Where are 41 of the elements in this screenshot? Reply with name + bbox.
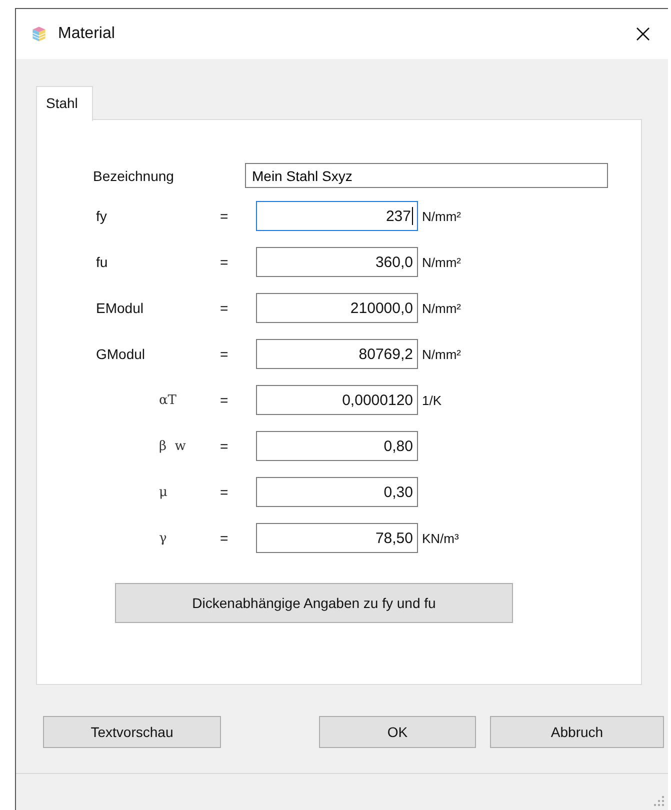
- input-field[interactable]: 0,80: [256, 431, 418, 461]
- field-label: β w: [158, 438, 187, 454]
- input-field[interactable]: Mein Stahl Sxyz: [245, 163, 608, 188]
- input-field[interactable]: 0,30: [256, 477, 418, 507]
- ok-button[interactable]: OK: [319, 716, 476, 748]
- window-title: Material: [58, 25, 116, 43]
- input-field[interactable]: 360,0: [256, 247, 418, 277]
- equals-sign: =: [219, 300, 230, 316]
- field-label: GModul: [95, 346, 146, 362]
- field-label: μ: [158, 484, 168, 500]
- unit-label: N/mm²: [421, 346, 462, 362]
- input-field[interactable]: 78,50: [256, 523, 418, 553]
- input-field[interactable]: 80769,2: [256, 339, 418, 369]
- thickness-button[interactable]: Dickenabhängige Angaben zu fy und fu: [115, 583, 513, 623]
- preview-button[interactable]: Textvorschau: [43, 716, 221, 748]
- unit-label: 1/K: [421, 392, 443, 408]
- stacked-cubes-icon: [30, 25, 48, 43]
- cancel-button[interactable]: Abbruch: [490, 716, 664, 748]
- field-label: EModul: [95, 300, 144, 316]
- unit-label: KN/m³: [421, 530, 460, 546]
- field-label: fu: [95, 254, 109, 270]
- equals-sign: =: [219, 392, 230, 408]
- unit-label: N/mm²: [421, 300, 462, 316]
- equals-sign: =: [219, 530, 230, 546]
- equals-sign: =: [219, 208, 230, 224]
- field-label: αT: [158, 392, 178, 408]
- equals-sign: =: [219, 254, 230, 270]
- unit-label: N/mm²: [421, 208, 462, 224]
- input-field[interactable]: 210000,0: [256, 293, 418, 323]
- field-label: Bezeichnung: [93, 168, 175, 184]
- tab[interactable]: Stahl: [36, 86, 93, 121]
- equals-sign: =: [219, 346, 230, 362]
- equals-sign: =: [219, 438, 230, 454]
- input-field[interactable]: 237: [256, 201, 418, 231]
- equals-sign: =: [219, 484, 230, 500]
- resize-grip-icon[interactable]: [654, 796, 664, 806]
- field-label: fy: [95, 208, 108, 224]
- input-field[interactable]: 0,0000120: [256, 385, 418, 415]
- close-icon[interactable]: [636, 27, 650, 41]
- unit-label: N/mm²: [421, 254, 462, 270]
- field-label: γ: [158, 530, 168, 546]
